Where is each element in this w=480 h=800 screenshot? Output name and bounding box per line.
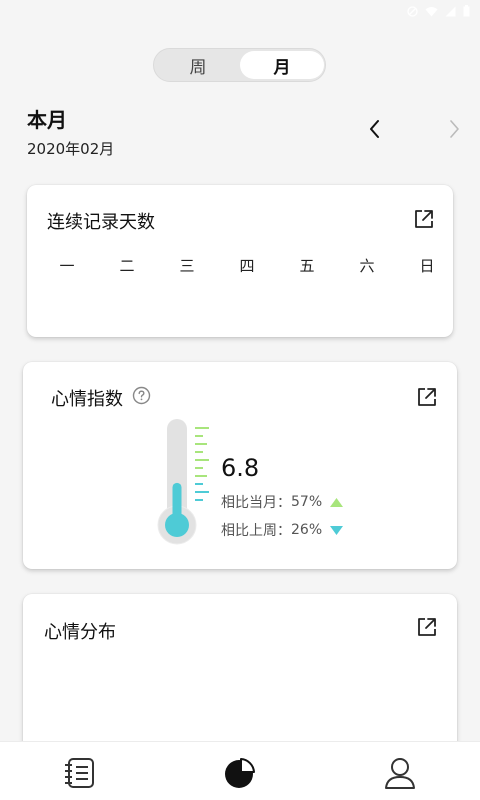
- period-date: 2020年02月: [27, 140, 115, 158]
- period-title: 本月: [27, 108, 67, 132]
- thermometer-gauge: [157, 419, 209, 545]
- compare-month-value: 57%: [291, 494, 323, 510]
- compare-month-row: 相比当月： 57%: [221, 492, 344, 512]
- profile-icon[interactable]: [383, 756, 417, 790]
- open-external-icon[interactable]: [416, 616, 438, 638]
- trend-down-icon: [330, 525, 344, 535]
- open-external-icon[interactable]: [413, 208, 435, 230]
- compare-week-value: 26%: [291, 522, 323, 538]
- stats-pie-icon[interactable]: [223, 756, 257, 790]
- status-icons: [407, 5, 470, 17]
- weekday-thu: 四: [239, 257, 255, 275]
- status-bar: [0, 0, 480, 26]
- mood-index-value: 6.8: [221, 454, 260, 482]
- weekday-row: 一 二 三 四 五 六 日: [27, 255, 453, 279]
- weekday-tue: 二: [119, 257, 135, 275]
- trend-up-icon: [330, 497, 344, 507]
- journal-icon[interactable]: [63, 756, 97, 790]
- compare-week-label: 相比上周：: [221, 523, 291, 539]
- mood-distribution-title: 心情分布: [44, 622, 116, 643]
- chevron-right-icon[interactable]: [445, 118, 463, 140]
- weekday-fri: 五: [299, 257, 315, 275]
- signal-icon: [445, 6, 456, 16]
- mood-index-card: 心情指数 6.8 相比当月： 57% 相比上周： 26%: [23, 362, 457, 569]
- bottom-nav: [0, 741, 480, 800]
- streak-card-title: 连续记录天数: [47, 212, 155, 233]
- chevron-left-icon[interactable]: [366, 118, 384, 140]
- week-toggle-button[interactable]: 周: [156, 51, 240, 79]
- streak-card: 连续记录天数 一 二 三 四 五 六 日: [27, 185, 453, 337]
- thermometer-scale: [195, 427, 209, 501]
- compare-week-row: 相比上周： 26%: [221, 520, 344, 540]
- help-icon[interactable]: [132, 386, 151, 405]
- weekday-sun: 日: [419, 257, 435, 275]
- period-toggle: 周 月: [153, 48, 326, 82]
- weekday-sat: 六: [359, 257, 375, 275]
- battery-icon: [463, 5, 470, 17]
- weekday-wed: 三: [179, 257, 195, 275]
- compare-month-label: 相比当月：: [221, 495, 291, 511]
- month-toggle-button[interactable]: 月: [240, 51, 324, 79]
- dnd-icon: [407, 5, 418, 17]
- open-external-icon[interactable]: [416, 386, 438, 408]
- weekday-mon: 一: [59, 257, 75, 275]
- wifi-icon: [425, 6, 438, 16]
- mood-index-title: 心情指数: [51, 389, 123, 410]
